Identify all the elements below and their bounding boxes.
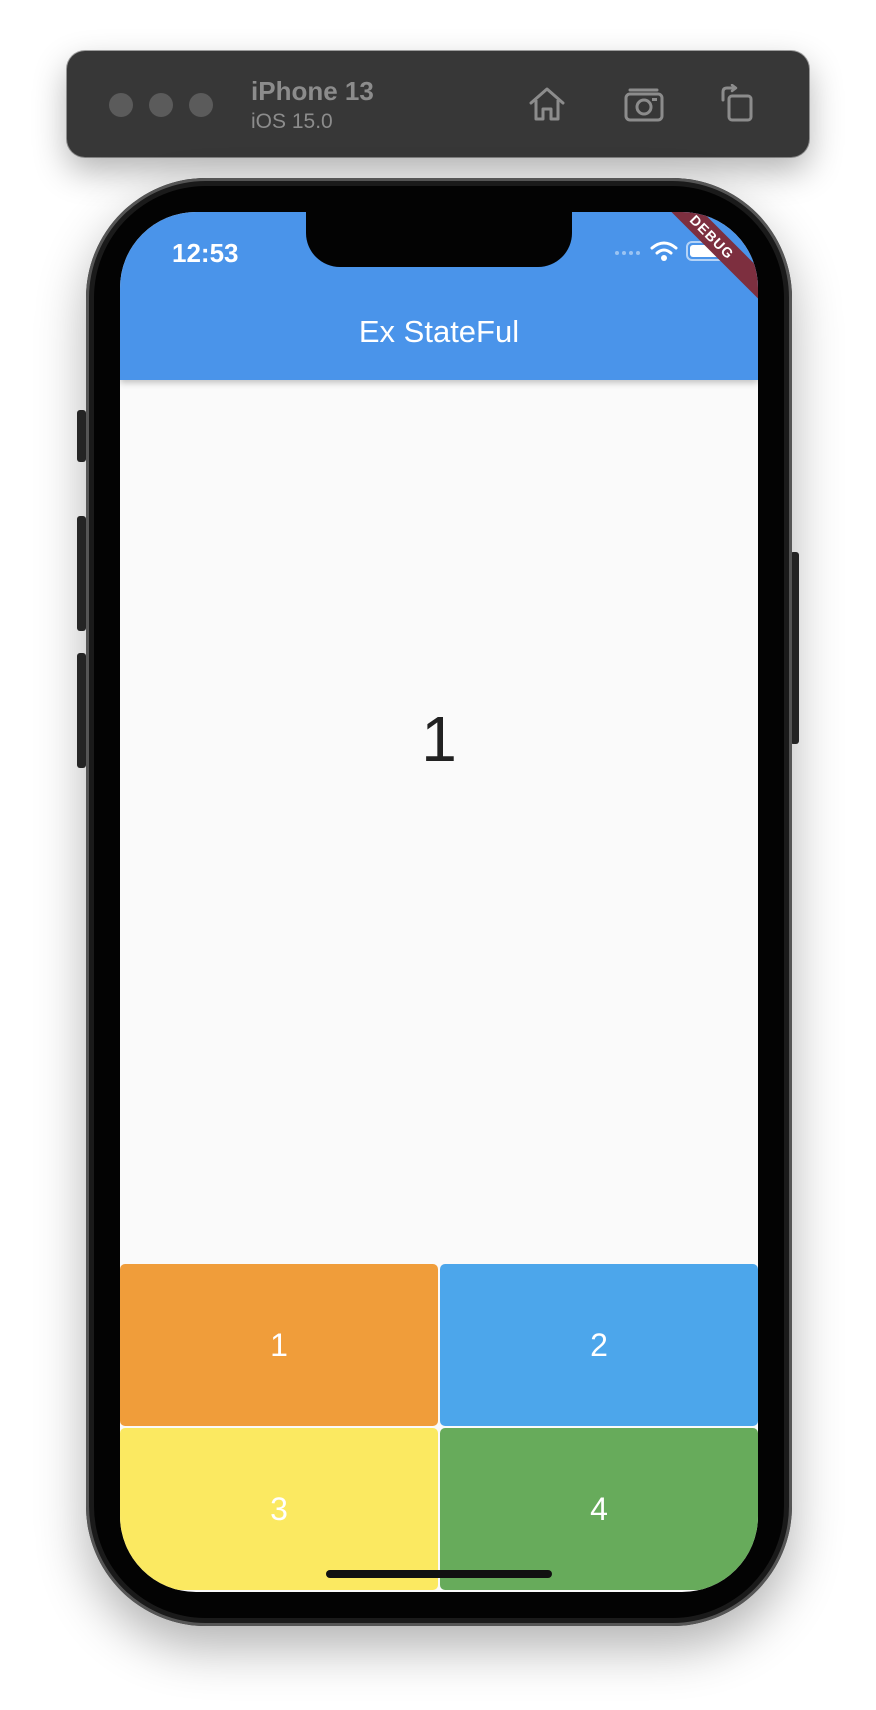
screenshot-icon (624, 88, 664, 122)
simulator-window: iPhone 13 iOS 15.0 12:53 Ex StateFul DEB… (0, 0, 876, 1710)
minimize-window-button[interactable] (149, 93, 173, 117)
close-window-button[interactable] (109, 93, 133, 117)
volume-down-button (77, 653, 86, 768)
button-2-label: 2 (590, 1326, 608, 1363)
counter-value: 1 (421, 703, 457, 775)
button-3-label: 3 (270, 1490, 288, 1527)
status-time: 12:53 (172, 238, 239, 268)
screenshot-button[interactable] (620, 79, 670, 129)
button-4-label: 4 (590, 1490, 608, 1527)
zoom-window-button[interactable] (189, 93, 213, 117)
volume-up-button (77, 516, 86, 631)
button-1[interactable]: 1 (120, 1264, 438, 1426)
signal-icon (615, 251, 640, 255)
wifi-icon (650, 241, 678, 261)
button-4[interactable]: 4 (440, 1428, 758, 1590)
rotate-icon (721, 84, 753, 122)
button-1-label: 1 (270, 1326, 288, 1363)
app-title: Ex StateFul (358, 314, 520, 349)
simulator-toolbar: iPhone 13 iOS 15.0 (67, 51, 809, 157)
device-os-version: iOS 15.0 (251, 110, 333, 133)
mute-switch (77, 410, 86, 462)
home-icon (529, 87, 565, 121)
button-2[interactable]: 2 (440, 1264, 758, 1426)
home-button[interactable] (522, 79, 572, 129)
device-name: iPhone 13 (251, 76, 374, 106)
home-indicator[interactable] (326, 1570, 552, 1578)
button-3[interactable]: 3 (120, 1428, 438, 1590)
notch (306, 212, 572, 267)
rotate-button[interactable] (712, 79, 762, 129)
device-screen: 12:53 Ex StateFul DEBUG 1 1 2 3 4 (120, 212, 758, 1592)
